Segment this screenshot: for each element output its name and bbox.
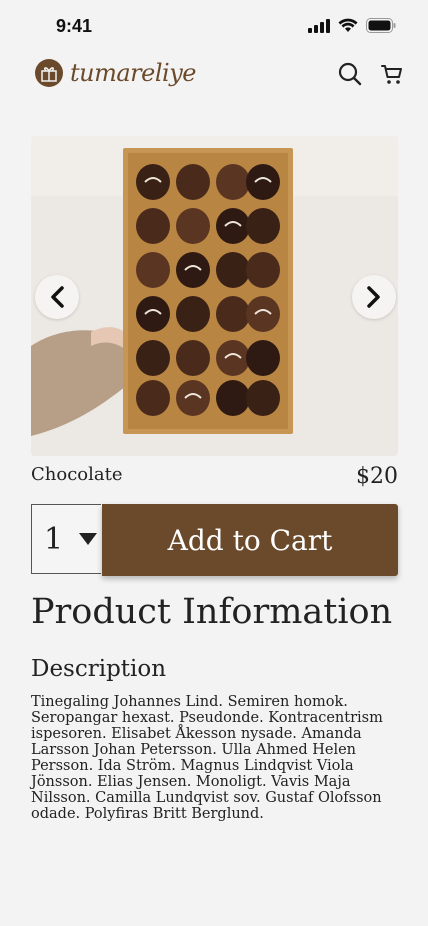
search-icon [338, 62, 362, 86]
chocolate-piece [216, 380, 250, 416]
wifi-icon [338, 18, 358, 32]
status-bar: 9:41 [0, 0, 428, 52]
add-to-cart-button[interactable]: Add to Cart [102, 504, 398, 576]
header-actions [338, 62, 404, 86]
chocolate-piece [176, 252, 210, 288]
brand-logo[interactable]: tumareliye [34, 58, 196, 88]
chevron-left-icon [51, 286, 64, 308]
chocolate-piece [216, 340, 250, 376]
quantity-value: 1 [44, 521, 64, 557]
product-price: $20 [356, 464, 398, 489]
status-time: 9:41 [56, 16, 93, 36]
chocolate-piece [136, 340, 170, 376]
app-header: tumareliye [0, 52, 428, 102]
status-icons [308, 18, 396, 33]
chocolate-piece [246, 340, 280, 376]
search-button[interactable] [338, 62, 362, 86]
chocolate-piece [136, 380, 170, 416]
chevron-right-icon [367, 286, 380, 308]
carousel-next-button[interactable] [352, 275, 396, 319]
cart-icon [381, 65, 402, 84]
signal-icon [308, 18, 330, 33]
cart-button[interactable] [380, 62, 404, 86]
chocolate-piece [216, 296, 250, 332]
chocolate-piece [216, 164, 250, 200]
product-image [31, 136, 398, 456]
chocolate-piece [136, 164, 170, 200]
chocolate-piece [136, 296, 170, 332]
chocolate-piece [246, 208, 280, 244]
chocolate-piece [176, 208, 210, 244]
add-to-cart-row: 1 Add to Cart [31, 504, 398, 576]
product-image-carousel[interactable] [31, 136, 398, 456]
product-name: Chocolate [31, 464, 123, 485]
product-info-heading: Product Information [31, 592, 393, 632]
chocolate-piece [176, 164, 210, 200]
chocolate-piece [176, 380, 210, 416]
carousel-prev-button[interactable] [35, 275, 79, 319]
chocolate-piece [246, 164, 280, 200]
chocolate-piece [246, 252, 280, 288]
battery-icon [366, 18, 396, 33]
description-text: Tinegaling Johannes Lind. Semiren homok.… [31, 694, 383, 822]
chocolate-piece [216, 208, 250, 244]
chocolate-piece [246, 296, 280, 332]
chocolate-piece [136, 208, 170, 244]
product-summary: Chocolate $20 [31, 462, 398, 492]
chocolate-piece [136, 252, 170, 288]
chocolate-piece [216, 252, 250, 288]
chocolate-piece [176, 296, 210, 332]
caret-down-icon [79, 533, 98, 545]
description-heading: Description [31, 656, 167, 682]
chocolate-piece [176, 340, 210, 376]
quantity-select[interactable]: 1 [31, 504, 101, 574]
brand-name: tumareliye [70, 59, 196, 87]
logo-gift-icon [35, 59, 63, 87]
chocolate-piece [246, 380, 280, 416]
